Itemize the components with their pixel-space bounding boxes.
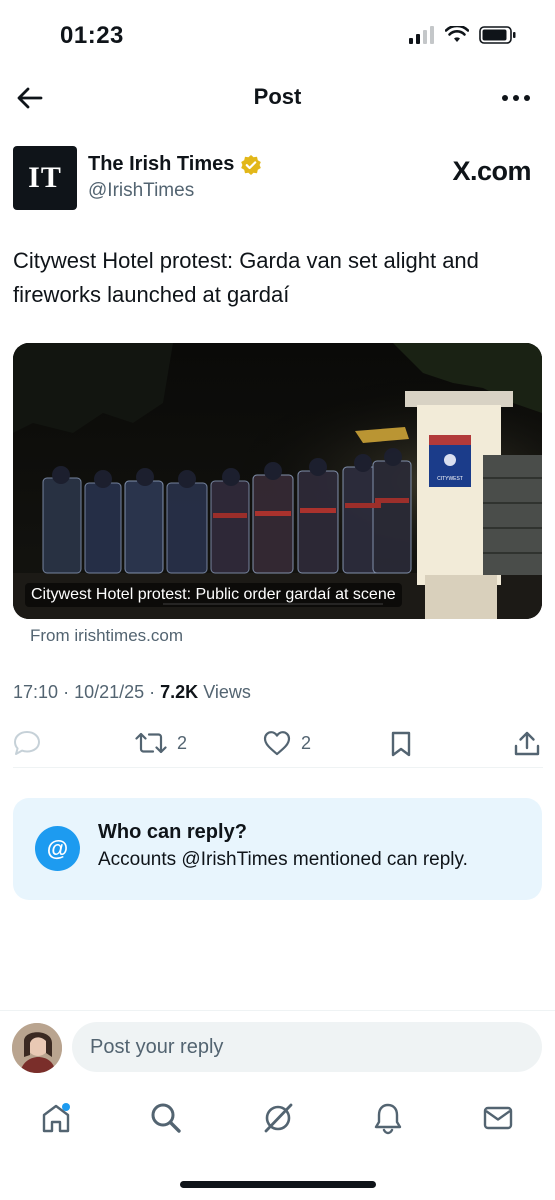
bookmark-button[interactable] bbox=[389, 730, 413, 758]
bookmark-icon bbox=[391, 731, 411, 757]
bottom-tab-bar bbox=[0, 1090, 555, 1146]
signal-icon bbox=[409, 26, 434, 44]
home-indicator bbox=[180, 1181, 376, 1188]
reply-button[interactable] bbox=[13, 730, 41, 756]
media-image: CITYWEST bbox=[13, 343, 542, 619]
tab-search[interactable] bbox=[146, 1098, 186, 1138]
home-icon bbox=[42, 1103, 70, 1133]
search-icon bbox=[151, 1103, 181, 1133]
who-can-reply-title: Who can reply? bbox=[98, 821, 247, 843]
notifications-icon bbox=[374, 1103, 402, 1135]
post-date: 10/21/25 bbox=[74, 682, 145, 702]
tab-home[interactable] bbox=[36, 1098, 76, 1138]
tab-grok[interactable] bbox=[258, 1098, 298, 1138]
author-handle[interactable]: @IrishTimes bbox=[88, 180, 194, 202]
post-header: Post bbox=[0, 70, 555, 126]
wifi-icon bbox=[445, 26, 469, 42]
messages-icon bbox=[483, 1106, 513, 1130]
more-button[interactable] bbox=[501, 88, 531, 108]
meta-separator: · bbox=[149, 682, 161, 702]
post-time: 17:10 bbox=[13, 682, 59, 702]
like-icon bbox=[263, 731, 291, 756]
verified-badge-icon bbox=[241, 154, 262, 175]
repost-icon bbox=[135, 732, 167, 754]
avatar[interactable] bbox=[12, 1023, 62, 1073]
reply-input[interactable]: Post your reply bbox=[72, 1022, 542, 1072]
source-brand: X.com bbox=[452, 156, 531, 186]
like-count: 2 bbox=[301, 732, 312, 753]
share-icon bbox=[514, 731, 540, 756]
reply-icon bbox=[14, 731, 40, 755]
author-name-row[interactable]: The Irish Times bbox=[88, 153, 262, 176]
status-icons bbox=[409, 26, 517, 44]
composer-divider bbox=[0, 1010, 555, 1011]
author-avatar[interactable]: IT bbox=[13, 146, 77, 210]
views-count: 7.2K bbox=[160, 682, 199, 702]
like-button[interactable]: 2 bbox=[263, 730, 311, 756]
post-meta: 17:10 · 10/21/25 · 7.2K Views bbox=[13, 682, 251, 703]
tweet-text: Citywest Hotel protest: Garda van set al… bbox=[13, 248, 479, 307]
battery-icon bbox=[479, 26, 516, 44]
repost-count: 2 bbox=[177, 732, 188, 753]
status-time: 01:23 bbox=[60, 22, 124, 49]
views-label: Views bbox=[203, 682, 251, 702]
link-source[interactable]: From irishtimes.com bbox=[30, 626, 183, 646]
sign-text: CITYWEST bbox=[437, 476, 463, 482]
media-card[interactable]: CITYWEST Citywest Hotel protest: Public … bbox=[13, 343, 542, 619]
media-caption: Citywest Hotel protest: Public order gar… bbox=[25, 583, 402, 607]
post-actions: 2 2 bbox=[13, 726, 543, 766]
share-button[interactable] bbox=[513, 730, 541, 758]
at-icon: @ bbox=[35, 826, 80, 871]
repost-button[interactable]: 2 bbox=[135, 730, 187, 756]
more-icon bbox=[502, 95, 530, 101]
page-title: Post bbox=[253, 84, 302, 109]
status-bar: 01:23 bbox=[0, 0, 555, 70]
author-row: IT The Irish Times @IrishTimes X.com bbox=[13, 146, 543, 212]
tab-notifications[interactable] bbox=[368, 1098, 408, 1138]
grok-icon bbox=[264, 1103, 293, 1133]
who-can-reply-card: @ Who can reply? Accounts @IrishTimes me… bbox=[13, 798, 542, 900]
user-avatar-image bbox=[12, 1023, 62, 1073]
who-can-reply-subtitle: Accounts @IrishTimes mentioned can reply… bbox=[98, 849, 468, 870]
actions-divider bbox=[13, 767, 543, 768]
tab-messages[interactable] bbox=[478, 1098, 518, 1138]
author-name[interactable]: The Irish Times bbox=[88, 153, 234, 176]
meta-separator: · bbox=[63, 682, 75, 702]
